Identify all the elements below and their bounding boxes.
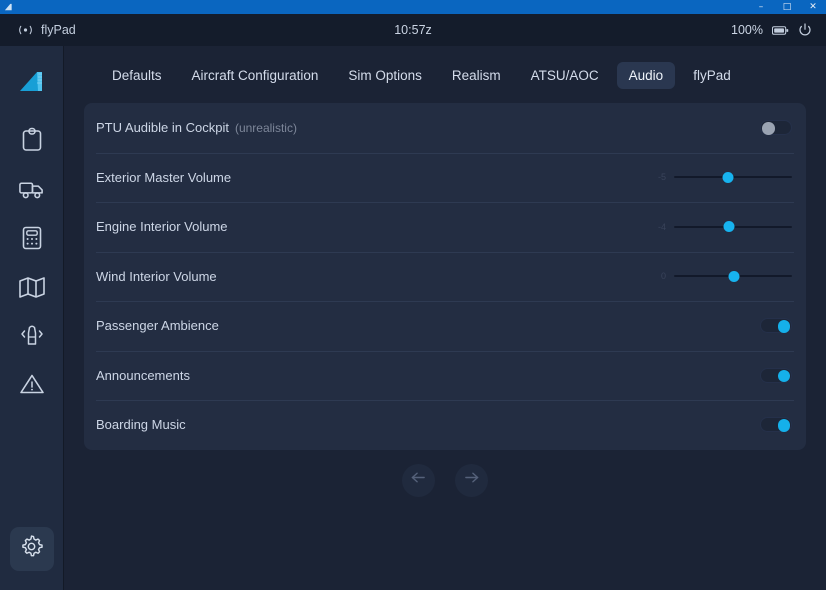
tab-aircraft-configuration[interactable]: Aircraft Configuration	[180, 62, 331, 89]
setting-label-exterior-master-volume: Exterior Master Volume	[96, 169, 232, 185]
audio-settings-panel: PTU Audible in Cockpit (unrealistic) Ext…	[84, 103, 806, 450]
toggle-passenger-ambience[interactable]	[760, 318, 792, 334]
setting-row-ptu-audible: PTU Audible in Cockpit (unrealistic)	[84, 103, 806, 153]
battery-percent-label: 100%	[731, 23, 763, 37]
sidebar-item-ground[interactable]	[10, 169, 54, 213]
tab-realism[interactable]: Realism	[440, 62, 513, 89]
toggle-knob	[777, 369, 790, 383]
toggle-knob	[777, 419, 790, 432]
statusbar-right: 100%	[731, 23, 812, 37]
flypad-statusbar: flyPad 10:57z 100%	[0, 14, 826, 46]
statusbar-time: 10:57z	[394, 23, 432, 37]
settings-tabs: Defaults Aircraft Configuration Sim Opti…	[84, 46, 806, 103]
setting-row-passenger-ambience: Passenger Ambience	[84, 301, 806, 351]
setting-control-wind-interior-volume: 0	[652, 269, 792, 283]
toggle-knob	[777, 320, 790, 333]
window-titlebar: – □ ✕	[0, 0, 826, 14]
setting-label-engine-interior-volume: Engine Interior Volume	[96, 219, 228, 235]
arrow-left-icon	[410, 470, 427, 490]
sidebar-item-performance[interactable]	[10, 218, 54, 262]
slider-group-engine-interior-volume: -4	[652, 220, 792, 234]
setting-control-boarding-music	[760, 417, 792, 433]
sidebar-item-atc[interactable]	[10, 316, 54, 360]
slider-value-wind-interior-volume: 0	[660, 271, 666, 282]
sidebar-item-logo[interactable]	[10, 60, 54, 104]
power-icon[interactable]	[798, 23, 812, 37]
tab-audio[interactable]: Audio	[616, 62, 676, 89]
setting-row-wind-interior-volume: Wind Interior Volume 0	[84, 251, 806, 302]
window-close-button[interactable]: ✕	[800, 0, 826, 14]
setting-control-passenger-ambience	[760, 318, 792, 334]
pagination-next-button[interactable]	[455, 463, 488, 497]
tab-defaults[interactable]: Defaults	[100, 62, 174, 89]
warning-triangle-icon	[18, 372, 46, 402]
slider-exterior-master-volume[interactable]	[674, 170, 792, 184]
slider-thumb[interactable]	[722, 171, 734, 183]
battery-icon	[772, 25, 789, 36]
sidebar-item-dispatch[interactable]	[10, 120, 54, 164]
setting-label-passenger-ambience: Passenger Ambience	[96, 318, 219, 334]
beacon-icon	[18, 323, 46, 354]
setting-row-exterior-master-volume: Exterior Master Volume -5	[84, 152, 806, 203]
app-body: Defaults Aircraft Configuration Sim Opti…	[0, 46, 826, 590]
slider-thumb[interactable]	[728, 270, 740, 282]
slider-value-engine-interior-volume: -4	[657, 221, 666, 232]
sidebar	[0, 46, 64, 590]
tab-sim-options[interactable]: Sim Options	[336, 62, 434, 89]
pagination-prev-button[interactable]	[402, 463, 435, 497]
setting-control-ptu-audible	[760, 120, 792, 136]
tab-flypad[interactable]: flyPad	[681, 62, 743, 89]
toggle-knob	[762, 122, 775, 135]
sidebar-item-failures[interactable]	[10, 365, 54, 409]
sidebar-item-settings[interactable]	[9, 527, 54, 571]
toggle-boarding-music[interactable]	[760, 417, 792, 433]
slider-group-wind-interior-volume: 0	[652, 269, 792, 283]
setting-row-announcements: Announcements	[84, 350, 806, 401]
window-maximize-button[interactable]: □	[774, 0, 800, 14]
sidebar-item-navigation[interactable]	[10, 267, 54, 311]
slider-thumb[interactable]	[723, 221, 735, 233]
slider-group-exterior-master-volume: -5	[652, 170, 792, 184]
setting-sublabel-ptu-audible: (unrealistic)	[234, 121, 297, 136]
slider-value-exterior-master-volume: -5	[657, 172, 666, 183]
toggle-announcements[interactable]	[760, 367, 792, 383]
setting-label-ptu-audible: PTU Audible in Cockpit (unrealistic)	[96, 120, 297, 136]
window-app-icon	[3, 2, 13, 12]
setting-label-boarding-music: Boarding Music	[96, 417, 186, 433]
arrow-right-icon	[463, 470, 480, 490]
truck-icon	[18, 177, 45, 206]
toggle-ptu-audible[interactable]	[760, 120, 792, 136]
window-minimize-button[interactable]: –	[748, 0, 774, 14]
setting-label-announcements: Announcements	[96, 367, 190, 383]
tab-atsu-aoc[interactable]: ATSU/AOC	[519, 62, 611, 89]
clipboard-icon	[20, 127, 44, 158]
setting-control-exterior-master-volume: -5	[652, 170, 792, 184]
map-icon	[18, 275, 46, 304]
pagination	[84, 463, 806, 497]
slider-wind-interior-volume[interactable]	[674, 269, 792, 283]
setting-control-engine-interior-volume: -4	[652, 220, 792, 234]
setting-row-boarding-music: Boarding Music	[84, 400, 806, 450]
setting-label-wind-interior-volume: Wind Interior Volume	[96, 268, 217, 284]
content-area: Defaults Aircraft Configuration Sim Opti…	[64, 46, 826, 590]
setting-row-engine-interior-volume: Engine Interior Volume -4	[84, 202, 806, 252]
slider-engine-interior-volume[interactable]	[674, 220, 792, 234]
calculator-icon	[20, 225, 44, 256]
setting-control-announcements	[760, 367, 792, 383]
gear-icon	[18, 533, 45, 565]
window-controls: – □ ✕	[748, 0, 826, 14]
